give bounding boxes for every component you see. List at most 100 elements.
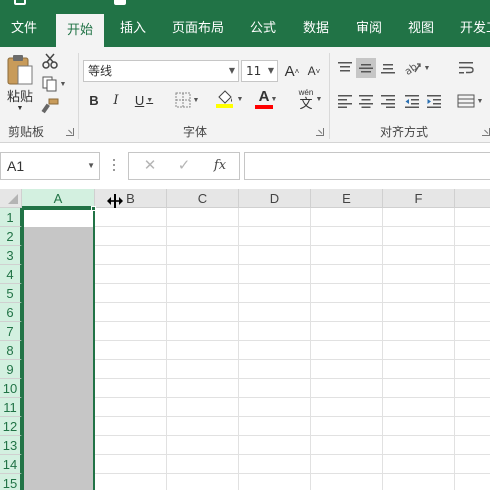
row-header[interactable]: 14 — [0, 455, 22, 474]
worksheet-grid[interactable]: A B C D E F 1 2 3 4 5 6 7 8 9 10 11 12 1… — [0, 189, 490, 490]
row-header[interactable]: 3 — [0, 246, 22, 265]
row-header[interactable]: 5 — [0, 284, 22, 303]
row-header[interactable]: 6 — [0, 303, 22, 322]
gridline — [382, 208, 383, 490]
paste-icon[interactable] — [4, 53, 36, 87]
tab-formulas[interactable]: 公式 — [240, 10, 286, 47]
chevron-down-icon: ▼ — [267, 66, 274, 75]
column-header-f[interactable]: F — [383, 189, 455, 208]
chevron-down-icon: ▼ — [87, 161, 95, 170]
tab-developer[interactable]: 开发工 — [452, 10, 490, 47]
paste-dropdown-icon[interactable]: ▼ — [4, 103, 36, 113]
tab-data[interactable]: 数据 — [293, 10, 339, 47]
wrap-text-icon[interactable] — [455, 58, 477, 78]
ribbon-tab-bar: 文件 开始 插入 页面布局 公式 数据 审阅 视图 开发工 — [0, 10, 490, 47]
column-header-g[interactable] — [455, 189, 490, 208]
phonetic-dropdown-icon[interactable]: ▼ — [314, 91, 323, 107]
gridline — [166, 208, 167, 490]
increase-indent-icon[interactable] — [424, 91, 444, 111]
decrease-indent-icon[interactable] — [402, 91, 422, 111]
ribbon: 粘贴 ▼ ▼ 剪贴板 等线 ▼ 11 ▼ A ˄ A ˅ B I U ▼ ▼ ▼ A … — [0, 47, 490, 143]
font-size-select[interactable]: 11 ▼ — [241, 60, 278, 82]
font-group-label: 字体 — [183, 125, 208, 139]
enter-icon[interactable]: ✓ — [169, 153, 199, 179]
align-right-icon[interactable] — [378, 91, 398, 111]
customize-icon[interactable] — [114, 0, 126, 5]
font-name-value: 等线 — [88, 64, 113, 78]
name-box[interactable]: A1 ▼ — [0, 152, 100, 180]
border-icon — [175, 92, 191, 108]
fill-handle[interactable] — [91, 206, 96, 211]
column-header-a[interactable]: A — [22, 189, 95, 208]
font-name-select[interactable]: 等线 ▼ — [83, 60, 239, 82]
font-launcher-icon[interactable] — [316, 128, 324, 136]
tab-file[interactable]: 文件 — [0, 10, 48, 47]
active-cell-a1[interactable] — [22, 208, 95, 227]
column-header-e[interactable]: E — [311, 189, 383, 208]
formula-input[interactable] — [244, 152, 490, 180]
row-header[interactable]: 13 — [0, 436, 22, 455]
select-all-button[interactable] — [0, 189, 22, 208]
column-header-c[interactable]: C — [167, 189, 239, 208]
gridline — [238, 208, 239, 490]
column-a-selection[interactable] — [22, 208, 95, 490]
formula-bar-grip-icon[interactable] — [113, 159, 116, 173]
phonetic-char: 文 — [299, 96, 313, 111]
row-header[interactable]: 9 — [0, 360, 22, 379]
insert-function-button[interactable]: fx — [205, 153, 235, 179]
paste-button-label[interactable]: 粘贴 — [4, 87, 36, 104]
row-header[interactable]: 4 — [0, 265, 22, 284]
italic-button[interactable]: I — [107, 89, 125, 111]
font-color-dropdown-icon[interactable]: ▼ — [268, 91, 278, 107]
cut-icon[interactable] — [40, 52, 60, 70]
tab-page-layout[interactable]: 页面布局 — [164, 10, 232, 47]
chevron-down-icon: ▼ — [192, 96, 200, 104]
formula-buttons: ✕ ✓ fx — [128, 152, 240, 180]
shrink-font-icon: A — [307, 64, 316, 78]
chevron-down-icon: ▼ — [146, 96, 154, 104]
row-header[interactable]: 15 — [0, 474, 22, 490]
tab-insert[interactable]: 插入 — [110, 10, 156, 47]
orientation-icon: ab — [404, 62, 421, 76]
align-left-icon[interactable] — [335, 91, 355, 111]
tab-review[interactable]: 审阅 — [346, 10, 392, 47]
row-header[interactable]: 8 — [0, 341, 22, 360]
underline-button[interactable]: U ▼ — [129, 89, 159, 111]
format-painter-icon[interactable] — [40, 97, 60, 115]
grow-font-button[interactable]: A ˄ — [283, 60, 301, 82]
chevron-down-icon: ▼ — [476, 97, 484, 105]
cancel-icon[interactable]: ✕ — [135, 153, 165, 179]
row-header[interactable]: 7 — [0, 322, 22, 341]
column-header-d[interactable]: D — [239, 189, 311, 208]
tab-view[interactable]: 视图 — [398, 10, 444, 47]
fill-color-icon — [215, 90, 233, 108]
chevron-down-icon: ▼ — [423, 64, 431, 72]
title-bar — [0, 0, 490, 10]
align-top-icon[interactable] — [335, 58, 355, 78]
row-header[interactable]: 11 — [0, 398, 22, 417]
align-bottom-icon[interactable] — [378, 58, 398, 78]
alignment-launcher-icon[interactable] — [482, 128, 490, 136]
align-middle-icon[interactable] — [356, 58, 376, 78]
tab-home[interactable]: 开始 — [56, 14, 104, 47]
copy-icon[interactable]: ▼ — [40, 75, 68, 93]
gridline — [310, 208, 311, 490]
merge-center-button[interactable]: ▼ — [455, 91, 485, 111]
alignment-group-label: 对齐方式 — [380, 125, 429, 139]
clipboard-launcher-icon[interactable] — [66, 128, 74, 136]
fill-color-button[interactable]: ▼ — [212, 87, 246, 111]
bold-button[interactable]: B — [85, 89, 103, 111]
row-header[interactable]: 12 — [0, 417, 22, 436]
align-center-icon[interactable] — [356, 91, 376, 111]
row-header[interactable]: 1 — [0, 208, 22, 227]
shrink-font-button[interactable]: A ˅ — [305, 60, 323, 82]
resize-cursor-icon — [107, 194, 123, 208]
save-icon[interactable] — [14, 0, 26, 5]
row-header[interactable]: 2 — [0, 227, 22, 246]
formula-bar: A1 ▼ ✕ ✓ fx — [0, 143, 490, 189]
borders-button[interactable]: ▼ — [171, 89, 203, 111]
orientation-button[interactable]: ab ▼ — [402, 58, 432, 78]
grow-font-icon: A — [284, 62, 295, 80]
font-size-value: 11 — [246, 64, 262, 78]
row-header[interactable]: 10 — [0, 379, 22, 398]
